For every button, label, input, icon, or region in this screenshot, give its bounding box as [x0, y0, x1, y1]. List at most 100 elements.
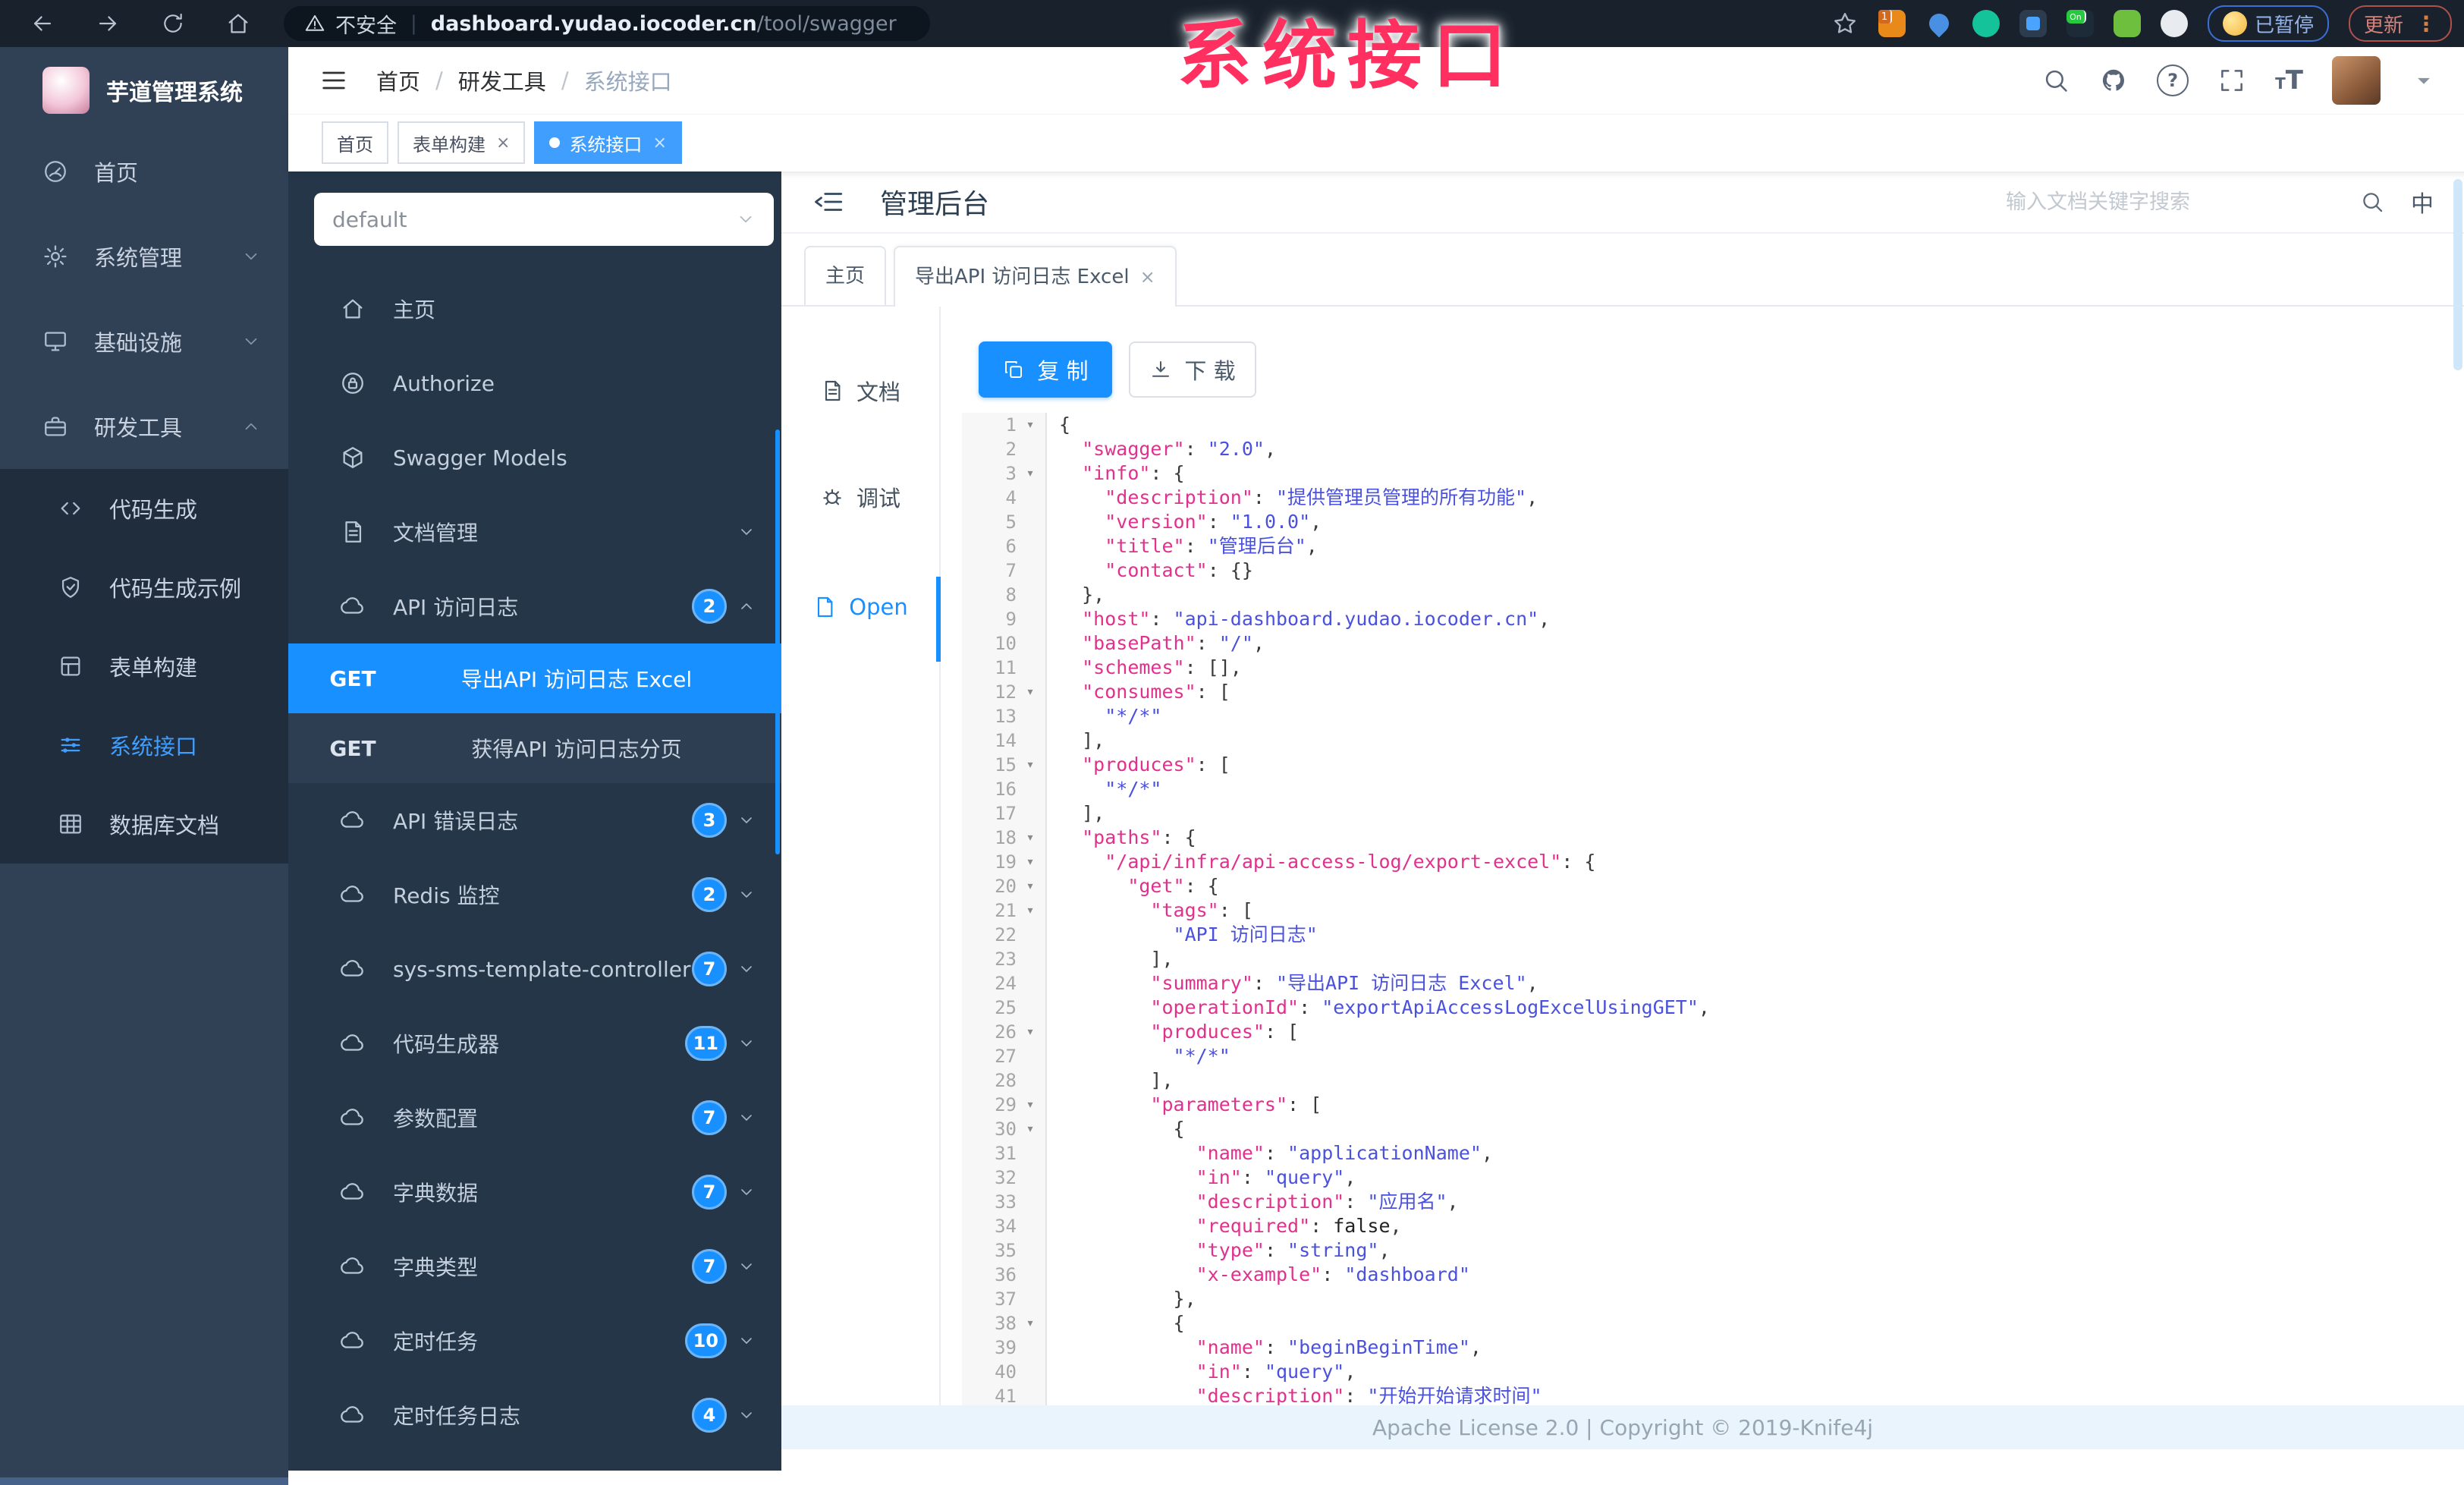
swagger-nav-item-3[interactable]: 文档管理: [288, 495, 781, 569]
extension-icon[interactable]: [2113, 10, 2141, 37]
extension-icon[interactable]: On: [2066, 10, 2094, 37]
doc-search-icon[interactable]: [2359, 189, 2385, 215]
swagger-nav-item-16[interactable]: [288, 1452, 781, 1471]
download-button[interactable]: 下 载: [1129, 341, 1256, 398]
fold-caret-icon[interactable]: [1017, 1044, 1044, 1068]
collapse-menu-icon[interactable]: [813, 186, 845, 218]
sidebar-subitem-code[interactable]: 代码生成: [0, 469, 288, 548]
fold-caret-icon[interactable]: [1017, 1287, 1044, 1311]
swagger-nav-item-1[interactable]: Authorize: [288, 346, 781, 420]
app-logo[interactable]: 芋道管理系统: [0, 47, 288, 129]
swagger-nav-item-13[interactable]: 字典类型 7: [288, 1229, 781, 1304]
swagger-nav-item-2[interactable]: Swagger Models: [288, 420, 781, 495]
fold-caret-icon[interactable]: [1017, 1384, 1044, 1405]
group-select[interactable]: default: [314, 193, 774, 246]
sidebar-item-dash[interactable]: 首页: [0, 129, 288, 214]
fold-caret-icon[interactable]: [1017, 1360, 1044, 1384]
fold-caret-icon[interactable]: [1017, 1336, 1044, 1360]
page-scrollbar[interactable]: [2453, 179, 2462, 370]
fold-caret-icon[interactable]: [1017, 558, 1044, 583]
extension-icon[interactable]: [1972, 10, 2000, 37]
breadcrumb-item[interactable]: 系统接口: [584, 64, 672, 96]
address-bar[interactable]: 不安全 | dashboard.yudao.iocoder.cn/tool/sw…: [284, 6, 930, 41]
breadcrumb-item[interactable]: 研发工具: [458, 64, 546, 96]
side-tab-文档[interactable]: 文档: [781, 364, 939, 417]
fold-caret-icon[interactable]: [1017, 1263, 1044, 1287]
sidebar-subitem-table[interactable]: 数据库文档: [0, 785, 288, 864]
forward-icon[interactable]: [93, 8, 123, 39]
extension-icon[interactable]: [2019, 10, 2047, 37]
user-avatar[interactable]: [2332, 56, 2381, 105]
fold-caret-icon[interactable]: [1017, 777, 1044, 801]
api-operation-row[interactable]: GET 获得API 访问日志分页: [288, 713, 781, 783]
fold-caret-icon[interactable]: [1017, 656, 1044, 680]
fold-caret-icon[interactable]: [1017, 1214, 1044, 1238]
fold-caret-icon[interactable]: [1017, 631, 1044, 656]
help-icon[interactable]: ?: [2157, 64, 2189, 96]
fold-caret-icon[interactable]: [1017, 1068, 1044, 1093]
fold-caret-icon[interactable]: ▾: [1017, 826, 1044, 850]
fold-caret-icon[interactable]: [1017, 486, 1044, 510]
fold-caret-icon[interactable]: [1017, 607, 1044, 631]
github-icon[interactable]: [2099, 66, 2128, 95]
doc-tab[interactable]: 主页: [804, 246, 887, 305]
swagger-sidebar-scrollbar[interactable]: [775, 429, 780, 854]
sidebar-item-gear[interactable]: 系统管理: [0, 214, 288, 299]
fold-caret-icon[interactable]: ▾: [1017, 874, 1044, 898]
swagger-nav-item-10[interactable]: 代码生成器 11: [288, 1006, 781, 1081]
close-icon[interactable]: ×: [1140, 249, 1155, 305]
sidebar-subitem-grid[interactable]: 表单构建: [0, 627, 288, 706]
fold-caret-icon[interactable]: ▾: [1017, 1020, 1044, 1044]
fold-caret-icon[interactable]: [1017, 583, 1044, 607]
fold-caret-icon[interactable]: ▾: [1017, 413, 1044, 437]
fold-caret-icon[interactable]: ▾: [1017, 461, 1044, 486]
fold-caret-icon[interactable]: [1017, 728, 1044, 753]
sidebar-item-monitor[interactable]: 基础设施: [0, 299, 288, 384]
swagger-nav-item-4[interactable]: API 访问日志 2: [288, 569, 781, 643]
fold-caret-icon[interactable]: [1017, 947, 1044, 971]
update-button[interactable]: 更新 ⋮: [2348, 5, 2452, 42]
fold-caret-icon[interactable]: [1017, 801, 1044, 826]
extension-icon[interactable]: [2160, 10, 2188, 37]
swagger-nav-item-9[interactable]: sys-sms-template-controller 7: [288, 932, 781, 1006]
fold-caret-icon[interactable]: [1017, 923, 1044, 947]
breadcrumb-item[interactable]: 首页: [376, 64, 420, 96]
side-tab-调试[interactable]: 调试: [781, 470, 939, 524]
fold-caret-icon[interactable]: [1017, 437, 1044, 461]
fold-caret-icon[interactable]: [1017, 971, 1044, 996]
swagger-nav-item-7[interactable]: API 错误日志 3: [288, 783, 781, 857]
copy-button[interactable]: 复 制: [979, 341, 1112, 398]
swagger-nav-item-14[interactable]: 定时任务 10: [288, 1304, 781, 1378]
home-icon[interactable]: [223, 8, 253, 39]
doc-tab[interactable]: 导出API 访问日志 Excel ×: [894, 246, 1177, 307]
fold-caret-icon[interactable]: ▾: [1017, 1311, 1044, 1336]
tag-首页[interactable]: 首页: [322, 121, 388, 164]
hamburger-icon[interactable]: [319, 65, 349, 96]
profile-paused-pill[interactable]: 已暂停: [2207, 5, 2329, 42]
fold-caret-icon[interactable]: ▾: [1017, 753, 1044, 777]
fold-caret-icon[interactable]: ▾: [1017, 680, 1044, 704]
sidebar-subitem-shield[interactable]: 代码生成示例: [0, 548, 288, 627]
fold-caret-icon[interactable]: [1017, 704, 1044, 728]
close-icon[interactable]: ×: [496, 134, 510, 153]
sidebar-item-brief[interactable]: 研发工具: [0, 384, 288, 469]
fold-caret-icon[interactable]: [1017, 1141, 1044, 1166]
tag-表单构建[interactable]: 表单构建 ×: [398, 121, 526, 164]
fold-caret-icon[interactable]: [1017, 534, 1044, 558]
swagger-nav-item-12[interactable]: 字典数据 7: [288, 1155, 781, 1229]
fold-caret-icon[interactable]: [1017, 1238, 1044, 1263]
fold-caret-icon[interactable]: [1017, 1190, 1044, 1214]
fold-caret-icon[interactable]: ▾: [1017, 850, 1044, 874]
user-caret-icon[interactable]: [2409, 66, 2438, 95]
api-operation-row[interactable]: GET 导出API 访问日志 Excel: [288, 643, 781, 713]
swagger-nav-item-15[interactable]: 定时任务日志 4: [288, 1378, 781, 1452]
language-icon[interactable]: 中: [2411, 185, 2434, 219]
search-icon[interactable]: [2041, 66, 2070, 95]
fold-caret-icon[interactable]: [1017, 996, 1044, 1020]
sidebar-subitem-sliders[interactable]: 系统接口: [0, 706, 288, 785]
fullscreen-icon[interactable]: [2217, 66, 2246, 95]
tag-系统接口[interactable]: 系统接口 ×: [534, 121, 682, 164]
extension-icon[interactable]: [1925, 9, 1953, 38]
reload-icon[interactable]: [158, 8, 188, 39]
bookmark-star-icon[interactable]: [1831, 10, 1859, 37]
